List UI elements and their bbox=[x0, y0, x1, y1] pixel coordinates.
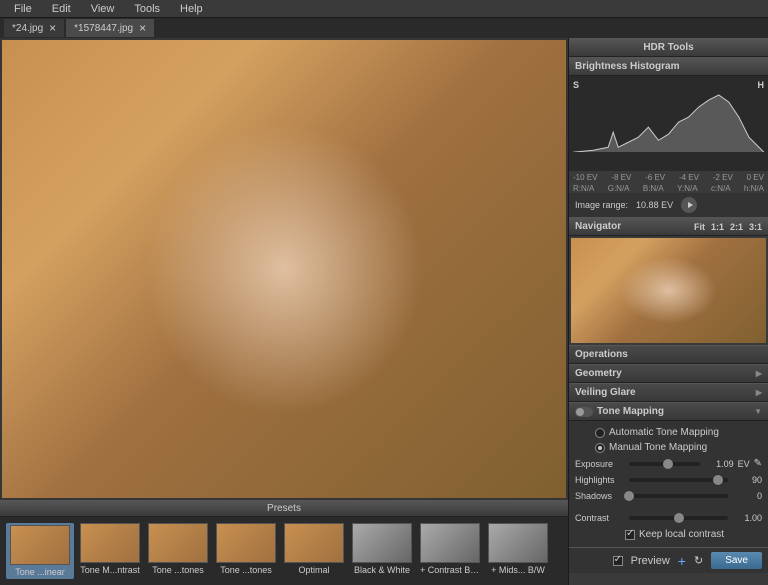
hdr-tools-title: HDR Tools bbox=[569, 38, 768, 57]
image-range-value: 10.88 EV bbox=[636, 200, 673, 210]
preset-thumb bbox=[284, 523, 344, 563]
preset-label: + Mids... B/W bbox=[488, 565, 548, 575]
preset-thumb bbox=[80, 523, 140, 563]
menu-tools[interactable]: Tools bbox=[124, 3, 170, 15]
play-button[interactable] bbox=[681, 197, 697, 213]
chevron-right-icon: ▶ bbox=[756, 388, 762, 397]
preview-label: Preview bbox=[631, 555, 670, 567]
preset-label: Tone ...tones bbox=[148, 565, 208, 575]
exposure-label: Exposure bbox=[575, 459, 625, 469]
zoom-3-1[interactable]: 3:1 bbox=[749, 222, 762, 232]
image-range: Image range: 10.88 EV bbox=[569, 193, 768, 217]
geometry-header[interactable]: Geometry▶ bbox=[569, 364, 768, 383]
presets-strip: Tone ...inear Tone M...ntrast Tone ...to… bbox=[0, 517, 568, 585]
menu-file[interactable]: File bbox=[4, 3, 42, 15]
histogram-title: Brightness Histogram bbox=[569, 57, 768, 76]
close-icon[interactable]: × bbox=[139, 21, 146, 35]
close-icon[interactable]: × bbox=[49, 21, 56, 35]
operations-header[interactable]: Operations bbox=[569, 345, 768, 364]
preset-item[interactable]: + Mids... B/W bbox=[486, 523, 550, 579]
presets-panel: Presets Tone ...inear Tone M...ntrast To… bbox=[0, 500, 568, 585]
preset-item[interactable]: Tone ...tones bbox=[146, 523, 210, 579]
veiling-header[interactable]: Veiling Glare▶ bbox=[569, 383, 768, 402]
shadows-value: 0 bbox=[732, 491, 762, 501]
chevron-down-icon: ▼ bbox=[754, 407, 762, 416]
preset-thumb bbox=[10, 525, 70, 565]
save-button[interactable]: Save bbox=[711, 552, 762, 569]
tab-label: *24.jpg bbox=[12, 23, 43, 34]
presets-title: Presets bbox=[0, 500, 568, 517]
menu-edit[interactable]: Edit bbox=[42, 3, 81, 15]
navigator-title: Navigator Fit 1:1 2:1 3:1 bbox=[569, 217, 768, 236]
preset-item[interactable]: Tone M...ntrast bbox=[78, 523, 142, 579]
menu-view[interactable]: View bbox=[81, 3, 125, 15]
shadows-slider[interactable] bbox=[629, 494, 728, 498]
auto-tone-radio[interactable] bbox=[595, 428, 605, 438]
image-canvas[interactable] bbox=[2, 40, 566, 498]
histogram-graph[interactable] bbox=[573, 92, 764, 152]
zoom-fit[interactable]: Fit bbox=[694, 222, 705, 232]
ev-axis: -10 EV-8 EV-6 EV-4 EV-2 EV0 EV bbox=[569, 171, 768, 184]
preset-thumb bbox=[488, 523, 548, 563]
footer: Preview + ↻ Save bbox=[569, 547, 768, 573]
histogram: S H bbox=[569, 76, 768, 171]
preset-item[interactable]: Optimal bbox=[282, 523, 346, 579]
highlights-value: 90 bbox=[732, 475, 762, 485]
contrast-slider[interactable] bbox=[629, 516, 728, 520]
zoom-1-1[interactable]: 1:1 bbox=[711, 222, 724, 232]
preview-checkbox[interactable] bbox=[613, 556, 623, 566]
image-tab[interactable]: *24.jpg × bbox=[4, 19, 64, 37]
preset-label: Tone M...ntrast bbox=[80, 565, 140, 575]
preset-label: Optimal bbox=[284, 565, 344, 575]
preset-label: + Contrast B/W bbox=[420, 565, 480, 575]
refresh-icon[interactable]: ↻ bbox=[694, 554, 703, 567]
add-icon[interactable]: + bbox=[678, 553, 686, 569]
contrast-label: Contrast bbox=[575, 513, 625, 523]
tab-bar: *24.jpg × *1578447.jpg × bbox=[0, 18, 768, 38]
shadows-label: Shadows bbox=[575, 491, 625, 501]
keep-local-label: Keep local contrast bbox=[639, 529, 724, 540]
histo-h-label: H bbox=[758, 80, 765, 90]
tone-mapping-header[interactable]: Tone Mapping ▼ bbox=[569, 402, 768, 421]
preset-label: Tone ...tones bbox=[216, 565, 276, 575]
preset-thumb bbox=[420, 523, 480, 563]
preset-item[interactable]: Black & White bbox=[350, 523, 414, 579]
preset-thumb bbox=[216, 523, 276, 563]
preset-thumb bbox=[352, 523, 412, 563]
tone-mapping-panel: Automatic Tone Mapping Manual Tone Mappi… bbox=[569, 421, 768, 547]
preset-label: Tone ...inear bbox=[10, 567, 70, 577]
manual-tone-label: Manual Tone Mapping bbox=[609, 442, 707, 453]
exposure-slider[interactable] bbox=[629, 462, 700, 466]
exposure-value: 1.09 bbox=[704, 459, 734, 469]
menubar: File Edit View Tools Help bbox=[0, 0, 768, 18]
contrast-value: 1.00 bbox=[732, 513, 762, 523]
preset-item[interactable]: Tone ...tones bbox=[214, 523, 278, 579]
eyedropper-icon[interactable]: ✎ bbox=[754, 458, 762, 469]
preset-item[interactable]: + Contrast B/W bbox=[418, 523, 482, 579]
highlights-label: Highlights bbox=[575, 475, 625, 485]
tab-label: *1578447.jpg bbox=[74, 23, 133, 34]
highlights-slider[interactable] bbox=[629, 478, 728, 482]
auto-tone-label: Automatic Tone Mapping bbox=[609, 427, 719, 438]
preset-thumb bbox=[148, 523, 208, 563]
keep-local-contrast-checkbox[interactable] bbox=[625, 530, 635, 540]
navigator-preview[interactable] bbox=[571, 238, 766, 343]
histo-s-label: S bbox=[573, 80, 579, 90]
rgb-readout: R:N/AG:N/AB:N/AY:N/Ac:N/Ah:N/A bbox=[569, 184, 768, 193]
zoom-2-1[interactable]: 2:1 bbox=[730, 222, 743, 232]
preset-item[interactable]: Tone ...inear bbox=[6, 523, 74, 579]
manual-tone-radio[interactable] bbox=[595, 443, 605, 453]
chevron-right-icon: ▶ bbox=[756, 369, 762, 378]
preset-label: Black & White bbox=[352, 565, 412, 575]
tone-mapping-toggle[interactable] bbox=[575, 407, 593, 417]
menu-help[interactable]: Help bbox=[170, 3, 213, 15]
right-panel: HDR Tools Brightness Histogram S H -10 E… bbox=[568, 38, 768, 585]
image-tab[interactable]: *1578447.jpg × bbox=[66, 19, 154, 37]
